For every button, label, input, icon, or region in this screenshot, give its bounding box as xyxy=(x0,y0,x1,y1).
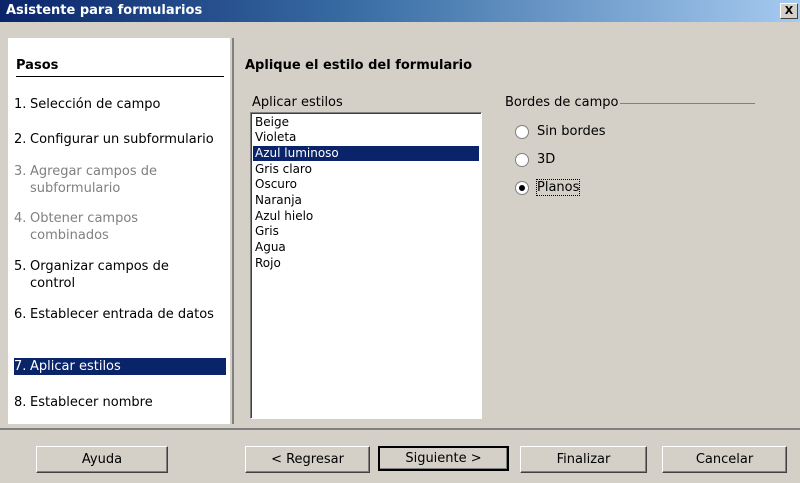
step-label: Aplicar estilos xyxy=(30,359,121,374)
step-item-5[interactable]: 5. Organizar campos de control xyxy=(14,258,226,292)
borders-group-label: Bordes de campo xyxy=(505,95,619,110)
back-button[interactable]: < Regresar xyxy=(245,446,370,473)
radio-sin-bordes[interactable]: Sin bordes xyxy=(515,124,606,139)
radio-planos[interactable]: Planos xyxy=(515,179,581,196)
radio-circle-checked xyxy=(515,180,529,195)
steps-panel: Pasos 1. Selección de campo 2. Configurar … xyxy=(8,38,230,424)
style-option[interactable]: Gris xyxy=(253,224,479,239)
radio-circle xyxy=(515,124,529,139)
step-item-4: 4. Obtener campos combinados xyxy=(14,210,226,244)
step-label: Configurar un subformulario xyxy=(30,132,214,147)
finish-button[interactable]: Finalizar xyxy=(520,446,647,473)
style-option[interactable]: Rojo xyxy=(253,256,479,271)
next-button[interactable]: Siguiente > xyxy=(378,446,509,471)
styles-listbox[interactable]: Beige Violeta Azul luminoso Gris claro O… xyxy=(250,112,482,419)
step-item-8[interactable]: 8. Establecer nombre xyxy=(14,394,226,411)
steps-header: Pasos xyxy=(16,58,224,77)
group-divider xyxy=(620,103,755,104)
step-label: Establecer nombre xyxy=(30,395,153,410)
style-option[interactable]: Agua xyxy=(253,240,479,255)
radio-3d[interactable]: 3D xyxy=(515,152,555,167)
button-bar-divider xyxy=(0,428,800,430)
step-label: Obtener campos combinados xyxy=(30,211,139,243)
window-title: Asistente para formularios xyxy=(6,3,203,18)
style-option-selected[interactable]: Azul luminoso xyxy=(253,146,479,161)
step-label: Establecer entrada de datos xyxy=(30,307,214,322)
page-title: Aplique el estilo del formulario xyxy=(245,58,473,73)
step-label: Agregar campos de subformulario xyxy=(30,164,158,196)
close-button[interactable]: X xyxy=(780,3,798,19)
step-item-2[interactable]: 2. Configurar un subformulario xyxy=(14,131,226,148)
style-option[interactable]: Oscuro xyxy=(253,177,479,192)
cancel-button[interactable]: Cancelar xyxy=(662,446,787,473)
style-option[interactable]: Beige xyxy=(253,115,479,130)
panel-divider xyxy=(232,38,234,424)
title-bar: Asistente para formularios X xyxy=(0,0,800,22)
style-option[interactable]: Azul hielo xyxy=(253,209,479,224)
step-label: Organizar campos de control xyxy=(30,259,169,291)
step-item-7[interactable]: 7. Aplicar estilos xyxy=(14,358,226,375)
style-option[interactable]: Gris claro xyxy=(253,162,479,177)
step-item-1[interactable]: 1. Selección de campo xyxy=(14,96,226,113)
step-item-6[interactable]: 6. Establecer entrada de datos xyxy=(14,306,226,323)
step-label: Selección de campo xyxy=(30,97,161,112)
style-option[interactable]: Violeta xyxy=(253,130,479,145)
step-item-3: 3. Agregar campos de subformulario xyxy=(14,163,226,197)
styles-list-label: Aplicar estilos xyxy=(252,95,343,110)
radio-circle xyxy=(515,152,529,167)
style-option[interactable]: Naranja xyxy=(253,193,479,208)
help-button[interactable]: Ayuda xyxy=(36,446,168,473)
